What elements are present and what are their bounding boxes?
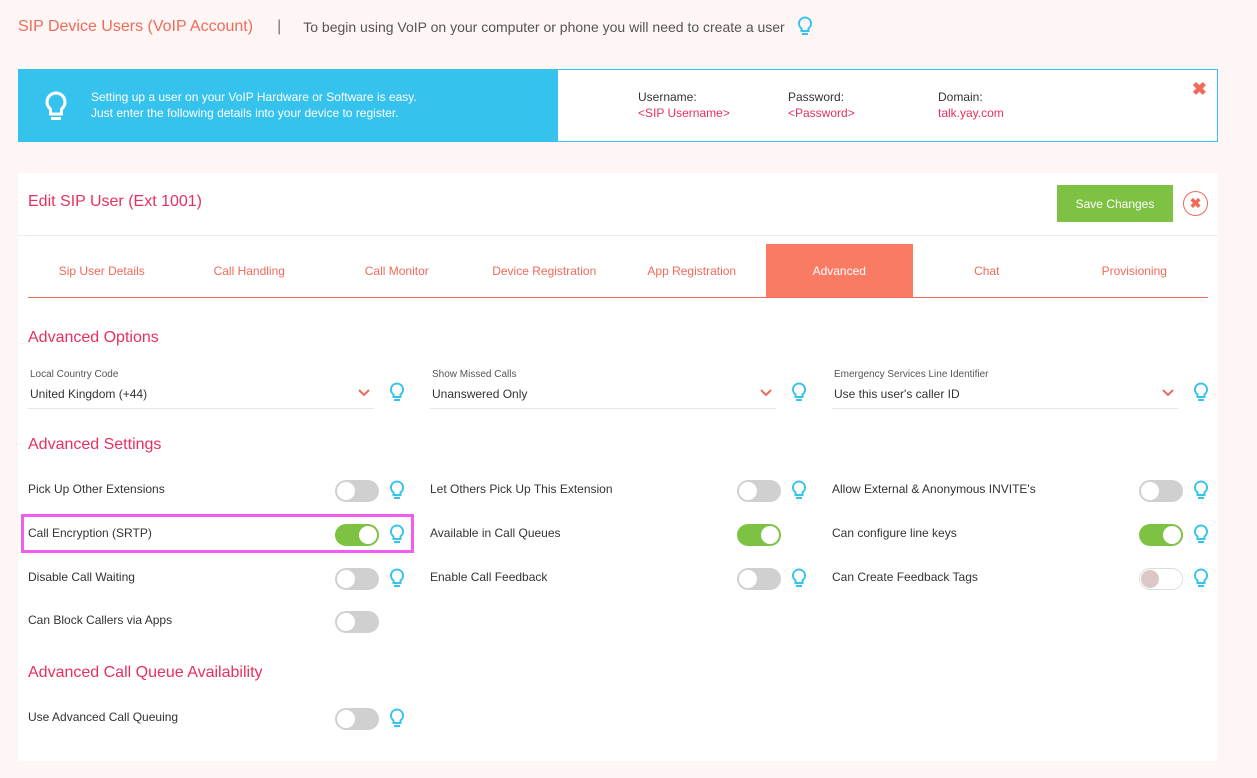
enable-call-feedback-toggle[interactable]	[737, 568, 781, 590]
header-separator: |	[277, 18, 282, 35]
lightbulb-icon[interactable]	[389, 708, 405, 730]
lightbulb-icon[interactable]	[1193, 382, 1209, 404]
tab-bar: Sip User Details Call Handling Call Moni…	[28, 244, 1208, 298]
edit-sip-user-card: Edit SIP User (Ext 1001) Save Changes ✖ …	[18, 173, 1218, 761]
field-label: Emergency Services Line Identifier	[834, 369, 989, 380]
allow-external-invite-label: Allow External & Anonymous INVITE's	[832, 482, 1036, 496]
password-label: Password:	[788, 90, 845, 104]
lightbulb-icon[interactable]	[791, 568, 807, 590]
info-line-2: Just enter the following details into yo…	[91, 106, 399, 120]
lightbulb-icon[interactable]	[389, 568, 405, 590]
password-value: <Password>	[788, 106, 855, 120]
pick-up-other-extensions-toggle[interactable]	[335, 480, 379, 502]
can-configure-line-keys-toggle[interactable]	[1139, 524, 1183, 546]
can-configure-line-keys-label: Can configure line keys	[832, 526, 957, 540]
domain-value: talk.yay.com	[938, 106, 1004, 120]
page-title: SIP Device Users (VoIP Account)	[18, 18, 254, 35]
info-line-1: Setting up a user on your VoIP Hardware …	[91, 90, 417, 104]
save-changes-button[interactable]: Save Changes	[1057, 185, 1173, 222]
tab-sip-user-details[interactable]: Sip User Details	[28, 244, 176, 297]
use-advanced-call-queuing-label: Use Advanced Call Queuing	[28, 710, 179, 724]
close-card-icon[interactable]: ✖	[1183, 191, 1208, 216]
tab-app-registration[interactable]: App Registration	[618, 244, 766, 297]
toggle-knob	[739, 570, 757, 588]
let-others-pick-up-label: Let Others Pick Up This Extension	[430, 482, 613, 496]
toggle-knob	[739, 482, 757, 500]
password-info: Password: <Password>	[788, 89, 855, 121]
emergency-line-identifier-select[interactable]: Emergency Services Line Identifier Use t…	[832, 369, 1178, 409]
chevron-down-icon	[1162, 389, 1174, 397]
local-country-code-select[interactable]: Local Country Code United Kingdom (+44)	[28, 369, 374, 409]
header-description: To begin using VoIP on your computer or …	[303, 19, 785, 35]
lightbulb-icon[interactable]	[389, 382, 405, 404]
pick-up-other-extensions-label: Pick Up Other Extensions	[28, 482, 165, 496]
toggle-knob	[1141, 570, 1159, 588]
lightbulb-icon[interactable]	[791, 480, 807, 502]
tab-provisioning[interactable]: Provisioning	[1061, 244, 1209, 297]
toggle-knob	[761, 526, 779, 544]
lightbulb-icon[interactable]	[791, 382, 807, 404]
tab-chat[interactable]: Chat	[913, 244, 1061, 297]
enable-call-feedback-label: Enable Call Feedback	[430, 570, 548, 584]
username-info: Username: <SIP Username>	[638, 89, 730, 121]
highlight-box	[21, 514, 414, 553]
let-others-pick-up-toggle[interactable]	[737, 480, 781, 502]
tab-call-monitor[interactable]: Call Monitor	[323, 244, 471, 297]
available-in-call-queues-label: Available in Call Queues	[430, 526, 561, 540]
lightbulb-icon[interactable]	[1193, 568, 1209, 590]
allow-external-invite-toggle[interactable]	[1139, 480, 1183, 502]
lightbulb-icon[interactable]	[797, 16, 813, 38]
page-header: SIP Device Users (VoIP Account) | To beg…	[18, 14, 813, 40]
divider	[18, 235, 1218, 236]
toggle-knob	[1163, 526, 1181, 544]
lightbulb-icon[interactable]	[1193, 524, 1209, 546]
lightbulb-icon[interactable]	[1193, 480, 1209, 502]
section-advanced-settings: Advanced Settings	[28, 436, 162, 453]
field-label: Local Country Code	[30, 369, 119, 380]
tab-advanced[interactable]: Advanced	[765, 244, 913, 297]
toggle-knob	[337, 482, 355, 500]
domain-info: Domain: talk.yay.com	[938, 89, 1004, 121]
domain-label: Domain:	[938, 90, 983, 104]
toggle-knob	[337, 613, 355, 631]
disable-call-waiting-label: Disable Call Waiting	[28, 570, 135, 584]
username-label: Username:	[638, 90, 697, 104]
can-block-callers-label: Can Block Callers via Apps	[28, 613, 173, 627]
show-missed-calls-select[interactable]: Show Missed Calls Unanswered Only	[430, 369, 776, 409]
close-icon[interactable]: ✖	[1192, 80, 1207, 98]
toggle-knob	[1141, 482, 1159, 500]
field-value: Unanswered Only	[432, 387, 528, 401]
chevron-down-icon	[760, 389, 772, 397]
info-panel: Setting up a user on your VoIP Hardware …	[19, 70, 558, 141]
lightbulb-icon[interactable]	[389, 480, 405, 502]
registration-info-box: Setting up a user on your VoIP Hardware …	[18, 69, 1218, 142]
field-value: United Kingdom (+44)	[30, 387, 148, 401]
can-create-feedback-tags-label: Can Create Feedback Tags	[832, 570, 978, 584]
available-in-call-queues-toggle[interactable]	[737, 524, 781, 546]
section-advanced-call-queue: Advanced Call Queue Availability	[28, 664, 263, 681]
can-create-feedback-tags-toggle[interactable]	[1139, 568, 1183, 590]
info-text: Setting up a user on your VoIP Hardware …	[91, 89, 417, 121]
field-label: Show Missed Calls	[432, 369, 517, 380]
toggle-knob	[337, 570, 355, 588]
username-value: <SIP Username>	[638, 106, 730, 120]
can-block-callers-toggle[interactable]	[335, 611, 379, 633]
lightbulb-icon	[45, 91, 67, 120]
tab-device-registration[interactable]: Device Registration	[471, 244, 619, 297]
disable-call-waiting-toggle[interactable]	[335, 568, 379, 590]
use-advanced-call-queuing-toggle[interactable]	[335, 708, 379, 730]
toggle-knob	[337, 710, 355, 728]
tab-call-handling[interactable]: Call Handling	[176, 244, 324, 297]
section-advanced-options: Advanced Options	[28, 329, 159, 346]
chevron-down-icon	[358, 389, 370, 397]
card-title: Edit SIP User (Ext 1001)	[28, 193, 202, 210]
field-value: Use this user's caller ID	[834, 387, 960, 401]
